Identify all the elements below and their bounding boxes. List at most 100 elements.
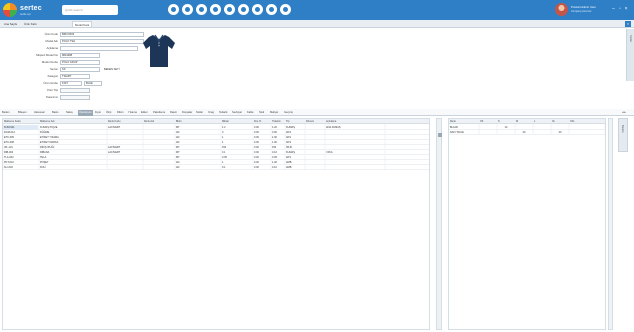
column-header[interactable]: Renk [449,119,478,124]
tab-detail-7[interactable]: Ölçü [105,110,112,116]
customer-model-field[interactable]: MM4288 [60,53,100,58]
color-field[interactable]: BLUE [84,81,102,86]
table-cell[interactable]: 0.10 [271,165,284,170]
mail-icon[interactable] [252,4,263,15]
tab-home[interactable]: Ana Sayfa [2,21,19,27]
size-grid-cell[interactable]: 20 [515,130,532,135]
size-grid-cell[interactable] [533,130,550,135]
designer-field[interactable] [60,95,90,100]
table-cell[interactable]: 0.1 [221,165,252,170]
app-logo[interactable] [3,3,17,17]
column-header[interactable]: Renk Adı [143,119,174,124]
table-cell[interactable]: KOLİ [39,165,106,170]
tab-detail-12[interactable]: Rapor [169,110,178,116]
tab-detail-2[interactable]: Aksesuar [33,110,46,116]
brand-name: sertec [20,5,42,12]
column-header[interactable]: Fire % [253,119,270,124]
column-header[interactable]: M [515,119,532,124]
table-cell[interactable]: AD [175,165,220,170]
column-header[interactable]: Renk Kodu [107,119,142,124]
tab-detail-6[interactable]: Fiyat [94,110,102,116]
field-label: Sezon [50,67,58,71]
column-header[interactable]: Tip [285,119,304,124]
column-header[interactable]: Açıklama [325,119,385,124]
size-grid-cell[interactable] [569,130,605,135]
table-cell[interactable]: KLI-003 [3,165,38,170]
list-icon[interactable] [196,4,207,15]
tab-product-card[interactable]: Ürün Kartı [22,21,39,27]
tab-model-card[interactable]: Model Kartı [72,21,93,27]
size-grid-cell[interactable] [479,130,496,135]
tab-detail-11[interactable]: Paketleme [152,110,166,116]
column-header[interactable]: XXL [569,119,605,124]
size-grid-row[interactable]: NAVY BLUE 20 20 [449,130,605,135]
table-cell[interactable]: AMB [285,165,304,170]
user-icon[interactable] [238,4,249,15]
description-field[interactable] [60,46,138,51]
tab-detail-15[interactable]: Onay [207,110,215,116]
tab-detail-16[interactable]: Tedarik [218,110,228,116]
close-tab-icon[interactable]: × [625,21,631,27]
tab-detail-3[interactable]: Baskı [51,110,60,116]
tab-detail-10[interactable]: Etiket [140,110,149,116]
column-header[interactable]: XL [551,119,568,124]
model-group-field[interactable]: POLO GRUP [60,60,100,65]
home-icon[interactable] [168,4,179,15]
tab-detail-1[interactable]: Bileşen [17,110,28,116]
tab-detail-9[interactable]: Yıkama [127,110,138,116]
size-side-tab[interactable]: Beden [618,118,628,152]
column-header[interactable]: Dönem [305,119,324,124]
column-header[interactable]: S [497,119,514,124]
splitter-handle[interactable] [436,118,442,330]
calendar-icon[interactable] [266,4,277,15]
tab-detail-19[interactable]: Stok [258,110,265,116]
tab-detail-14[interactable]: Notlar [195,110,204,116]
table-cell[interactable] [107,165,142,170]
tab-detail-18[interactable]: Kalite [246,110,255,116]
search-input[interactable]: Quick search [62,5,118,15]
model-name-field[interactable]: POLO TSH [60,39,144,44]
table-cell[interactable] [143,165,174,170]
minimize-icon[interactable]: – [612,6,615,12]
table-row[interactable]: KLI-003 KOLİ AD 0.1 0.00 0.10 AMB [3,165,429,170]
table-cell[interactable] [305,165,324,170]
product-type-field[interactable] [60,88,90,93]
column-header[interactable]: XS [479,119,496,124]
vertical-scrollbar[interactable] [608,118,613,330]
product-code-field[interactable]: BRN-5003 [60,32,144,37]
tab-scroll-arrows-icon[interactable]: ◂ ▸ [622,110,626,114]
column-header[interactable]: Malzeme Kodu [3,119,38,124]
size-grid-cell[interactable] [497,130,514,135]
grid-icon[interactable] [182,4,193,15]
column-header[interactable]: Birim [175,119,220,124]
column-header[interactable]: Miktar [221,119,252,124]
tab-detail-21[interactable]: Geçmiş [283,110,294,116]
tab-detail-0[interactable]: Beden [1,110,11,116]
product-image[interactable] [142,33,176,69]
maximize-icon[interactable]: ▫ [619,6,621,12]
close-icon[interactable]: × [625,6,628,12]
season-field[interactable]: SS [60,67,100,72]
avatar[interactable] [555,3,568,16]
size-grid-cell[interactable]: NAVY BLUE [449,130,478,135]
column-header[interactable]: Malzeme Adı [39,119,106,124]
settings-icon[interactable] [224,4,235,15]
tab-detail-20[interactable]: Maliyet [269,110,279,116]
field-label: Müşteri Model No [36,53,58,57]
column-header[interactable]: L [533,119,550,124]
column-header[interactable]: Tüketim [271,119,284,124]
form-row: Kategori TSHIRT [0,74,180,79]
category-field[interactable]: TSHIRT [60,74,90,79]
notes-side-tab[interactable]: Notlar [626,29,634,81]
help-icon[interactable] [280,4,291,15]
product-group-field[interactable]: KNIT [60,81,82,86]
size-grid-cell[interactable]: 20 [551,130,568,135]
table-cell[interactable] [325,165,385,170]
chart-icon[interactable] [210,4,221,15]
tab-detail-17[interactable]: Sevkiyat [231,110,243,116]
tab-detail-5[interactable]: Operasyon [78,110,93,116]
table-cell[interactable]: 0.00 [253,165,270,170]
tab-detail-13[interactable]: Dosyalar [181,110,193,116]
tab-detail-8[interactable]: Dikim [116,110,124,116]
tab-detail-4[interactable]: Nakış [65,110,74,116]
